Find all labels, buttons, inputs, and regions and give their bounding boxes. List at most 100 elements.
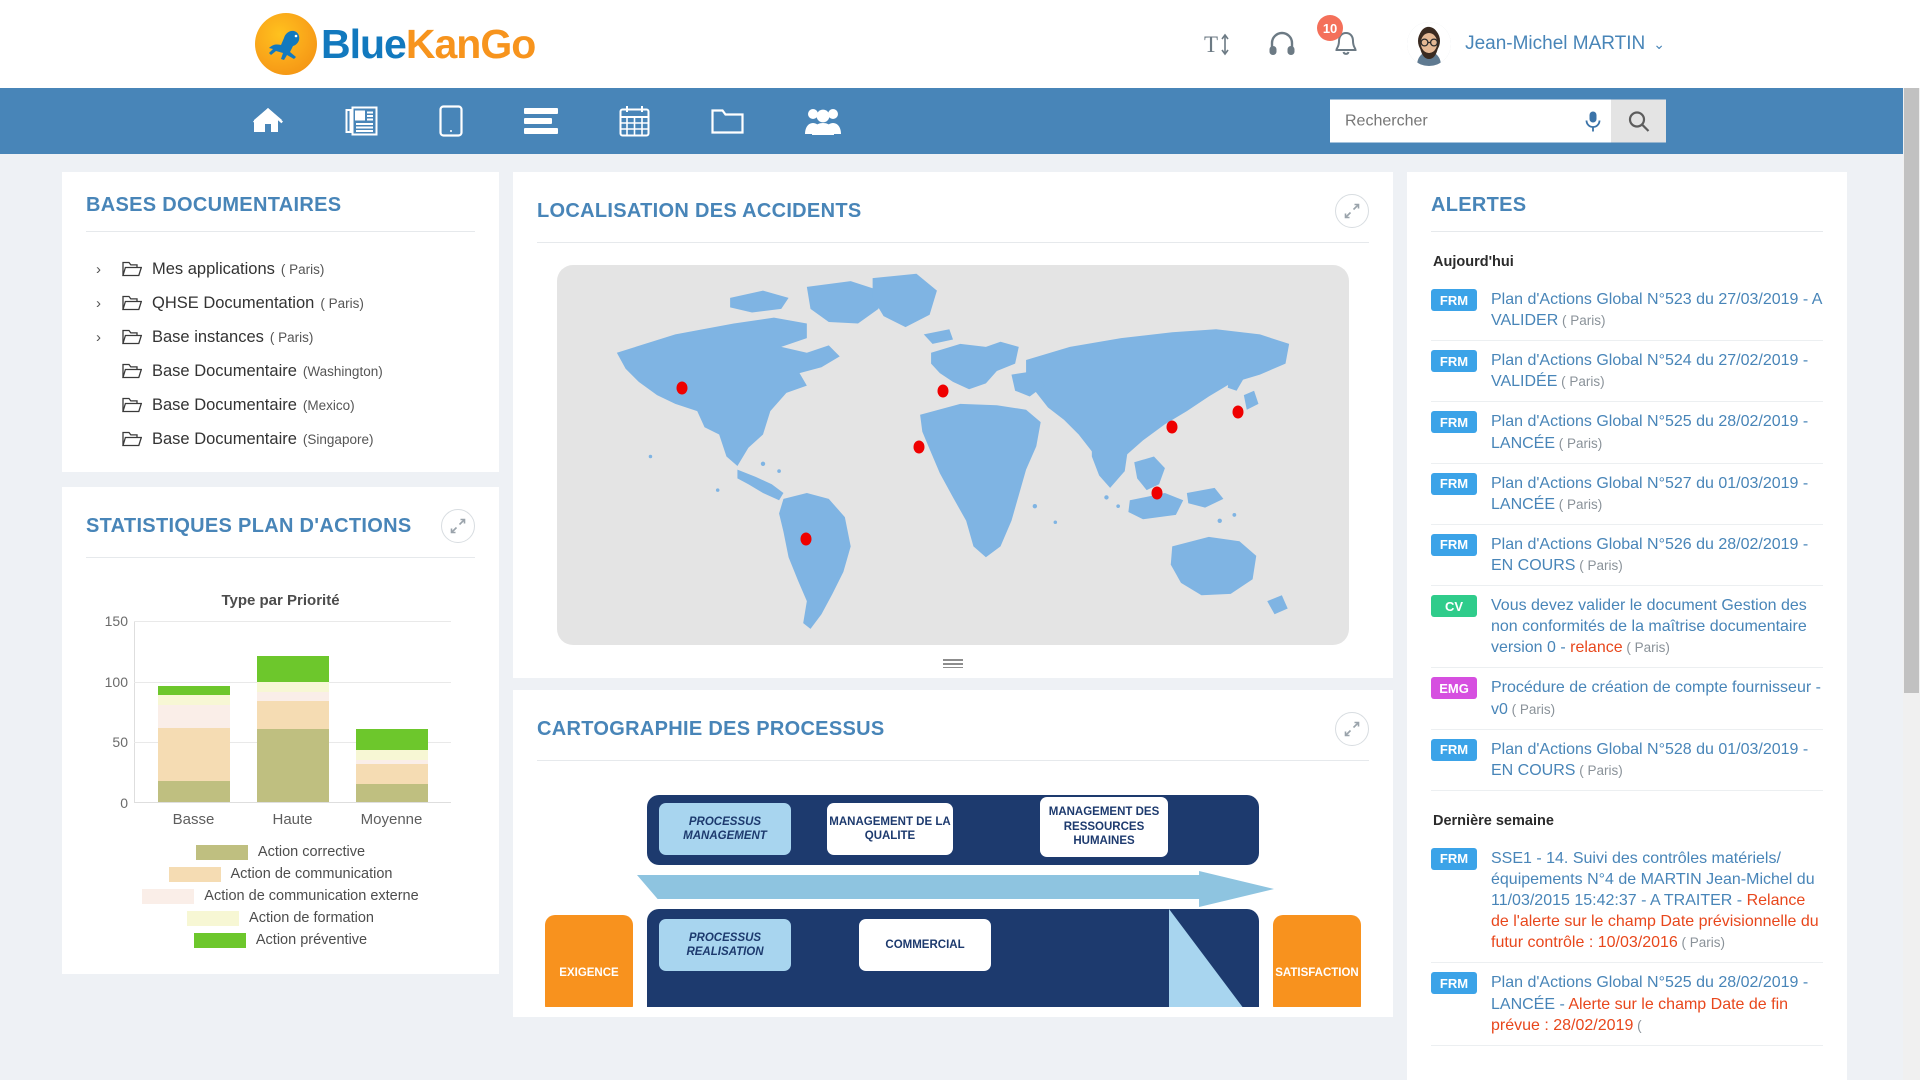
legend-item[interactable]: Action corrective	[195, 844, 365, 860]
alert-row[interactable]: FRM Plan d'Actions Global N°528 du 01/03/…	[1431, 730, 1823, 791]
alert-text[interactable]: Procédure de création de compte fourniss…	[1491, 677, 1823, 719]
users-icon[interactable]	[805, 106, 841, 136]
alert-row[interactable]: FRM Plan d'Actions Global N°526 du 28/02/…	[1431, 525, 1823, 587]
legend-item[interactable]: Action de communication externe	[142, 888, 419, 904]
alert-type-badge: FRM	[1431, 847, 1477, 870]
management-rh-box[interactable]: MANAGEMENT DES RESSOURCES HUMAINES	[1040, 797, 1168, 857]
alert-row[interactable]: FRM Plan d'Actions Global N°525 du 28/02/…	[1431, 963, 1823, 1046]
bar-segment[interactable]	[157, 704, 230, 728]
accident-pin[interactable]	[1166, 420, 1178, 433]
chevron-right-icon[interactable]: ›	[96, 295, 122, 312]
folder-icon[interactable]	[711, 107, 744, 135]
bar-segment[interactable]	[256, 729, 329, 802]
alert-text[interactable]: Vous devez valider le document Gestion d…	[1491, 595, 1823, 658]
list-item[interactable]: › Mes applications ( Paris)	[96, 252, 475, 286]
search-button[interactable]	[1611, 99, 1666, 143]
alert-row[interactable]: FRM Plan d'Actions Global N°527 du 01/03/…	[1431, 464, 1823, 525]
list-item-label[interactable]: Base Documentaire	[152, 396, 297, 415]
text-size-icon[interactable]: T	[1203, 29, 1233, 59]
bar-segment[interactable]	[157, 685, 230, 696]
alert-text[interactable]: SSE1 - 14. Suivi des contrôles matériels…	[1491, 848, 1823, 954]
alert-text[interactable]: Plan d'Actions Global N°528 du 01/03/201…	[1491, 739, 1823, 781]
alert-row[interactable]: FRM SSE1 - 14. Suivi des contrôles matéri…	[1431, 839, 1823, 964]
alert-text[interactable]: Plan d'Actions Global N°525 du 28/02/201…	[1491, 411, 1823, 453]
chevron-right-icon[interactable]: ›	[96, 261, 122, 278]
chevron-down-icon[interactable]: ⌄	[1653, 36, 1665, 53]
alert-text[interactable]: Plan d'Actions Global N°524 du 27/02/201…	[1491, 350, 1823, 392]
list-item[interactable]: › Base instances ( Paris)	[96, 320, 475, 354]
bar-segment[interactable]	[157, 728, 230, 782]
alert-row[interactable]: FRM Plan d'Actions Global N°523 du 27/03/…	[1431, 280, 1823, 342]
alert-row[interactable]: CV Vous devez valider le document Gestion…	[1431, 586, 1823, 669]
list-item-label[interactable]: Base Documentaire	[152, 362, 297, 381]
list-item[interactable]: › Base Documentaire (Singapore)	[96, 422, 475, 456]
list-item[interactable]: › QHSE Documentation ( Paris)	[96, 286, 475, 320]
news-icon[interactable]	[345, 106, 378, 136]
accident-pin[interactable]	[1151, 486, 1163, 500]
bar-basse[interactable]	[157, 685, 230, 802]
legend-item[interactable]: Action préventive	[193, 932, 367, 948]
scrollbar-thumb[interactable]	[1904, 88, 1919, 693]
chevron-right-icon[interactable]: ›	[96, 329, 122, 346]
bar-segment[interactable]	[256, 681, 329, 692]
brand-logo[interactable]: BlueKanGo	[255, 13, 536, 75]
bar-segment[interactable]	[355, 764, 428, 784]
headset-icon[interactable]	[1267, 29, 1297, 59]
accident-pin[interactable]	[937, 384, 949, 398]
alert-type-badge: FRM	[1431, 472, 1477, 495]
exigence-box[interactable]: EXIGENCE	[545, 915, 633, 1007]
process-management-band: PROCESSUS MANAGEMENT MANAGEMENT DE LA QU…	[647, 795, 1259, 865]
alert-row[interactable]: FRM Plan d'Actions Global N°524 du 27/02/…	[1431, 341, 1823, 403]
alert-location: ( Paris)	[1575, 557, 1623, 573]
accident-pin[interactable]	[800, 532, 812, 546]
bar-moyenne[interactable]	[355, 729, 428, 802]
world-map[interactable]	[557, 265, 1349, 645]
list-item-label[interactable]: Base Documentaire	[152, 430, 297, 449]
accident-pin[interactable]	[1232, 405, 1244, 419]
microphone-icon[interactable]	[1575, 110, 1611, 132]
alert-text[interactable]: Plan d'Actions Global N°523 du 27/03/201…	[1491, 289, 1823, 331]
processus-realisation-tag[interactable]: PROCESSUS REALISATION	[659, 919, 791, 971]
alert-row[interactable]: FRM Plan d'Actions Global N°525 du 28/02/…	[1431, 402, 1823, 464]
list-item-label[interactable]: Base instances	[152, 328, 264, 347]
expand-icon[interactable]	[1335, 194, 1369, 228]
accident-pin[interactable]	[676, 381, 688, 395]
commercial-box[interactable]: COMMERCIAL	[859, 919, 991, 971]
bar-segment[interactable]	[157, 695, 230, 705]
page-scrollbar[interactable]	[1903, 88, 1920, 1080]
username-label[interactable]: Jean-Michel MARTIN	[1465, 33, 1645, 55]
alert-text[interactable]: Plan d'Actions Global N°526 du 28/02/201…	[1491, 534, 1823, 576]
bar-segment[interactable]	[355, 749, 428, 760]
accident-pin[interactable]	[913, 440, 925, 454]
alert-text[interactable]: Plan d'Actions Global N°527 du 01/03/201…	[1491, 473, 1823, 515]
avatar[interactable]	[1407, 22, 1452, 66]
bar-segment[interactable]	[355, 783, 428, 802]
list-item[interactable]: › Base Documentaire (Washington)	[96, 354, 475, 388]
bar-segment[interactable]	[157, 781, 230, 802]
search-input[interactable]	[1330, 99, 1575, 143]
management-qualite-box[interactable]: MANAGEMENT DE LA QUALITE	[827, 803, 953, 855]
bar-segment[interactable]	[256, 701, 329, 730]
bar-segment[interactable]	[256, 691, 329, 702]
home-icon[interactable]	[252, 105, 284, 137]
bar-segment[interactable]	[256, 656, 329, 682]
list-item-label[interactable]: Mes applications	[152, 260, 275, 279]
alert-row[interactable]: EMG Procédure de création de compte fourn…	[1431, 668, 1823, 730]
satisfaction-box[interactable]: SATISFACTION	[1273, 915, 1361, 1007]
bar-haute[interactable]	[256, 656, 329, 802]
bar-segment[interactable]	[355, 729, 428, 750]
notifications-bell[interactable]: 10	[1317, 15, 1361, 59]
legend-item[interactable]: Action de formation	[187, 910, 374, 926]
list-item[interactable]: › Base Documentaire (Mexico)	[96, 388, 475, 422]
search-bar[interactable]	[1330, 99, 1666, 143]
expand-icon[interactable]	[441, 509, 475, 543]
calendar-icon[interactable]	[619, 105, 650, 137]
drag-grip-icon[interactable]	[943, 659, 963, 668]
list-icon[interactable]	[524, 107, 558, 135]
alert-text[interactable]: Plan d'Actions Global N°525 du 28/02/201…	[1491, 972, 1823, 1035]
expand-icon[interactable]	[1335, 712, 1369, 746]
tablet-icon[interactable]	[439, 105, 463, 137]
legend-item[interactable]: Action de communication	[168, 866, 393, 882]
processus-management-tag[interactable]: PROCESSUS MANAGEMENT	[659, 803, 791, 855]
list-item-label[interactable]: QHSE Documentation	[152, 294, 314, 313]
